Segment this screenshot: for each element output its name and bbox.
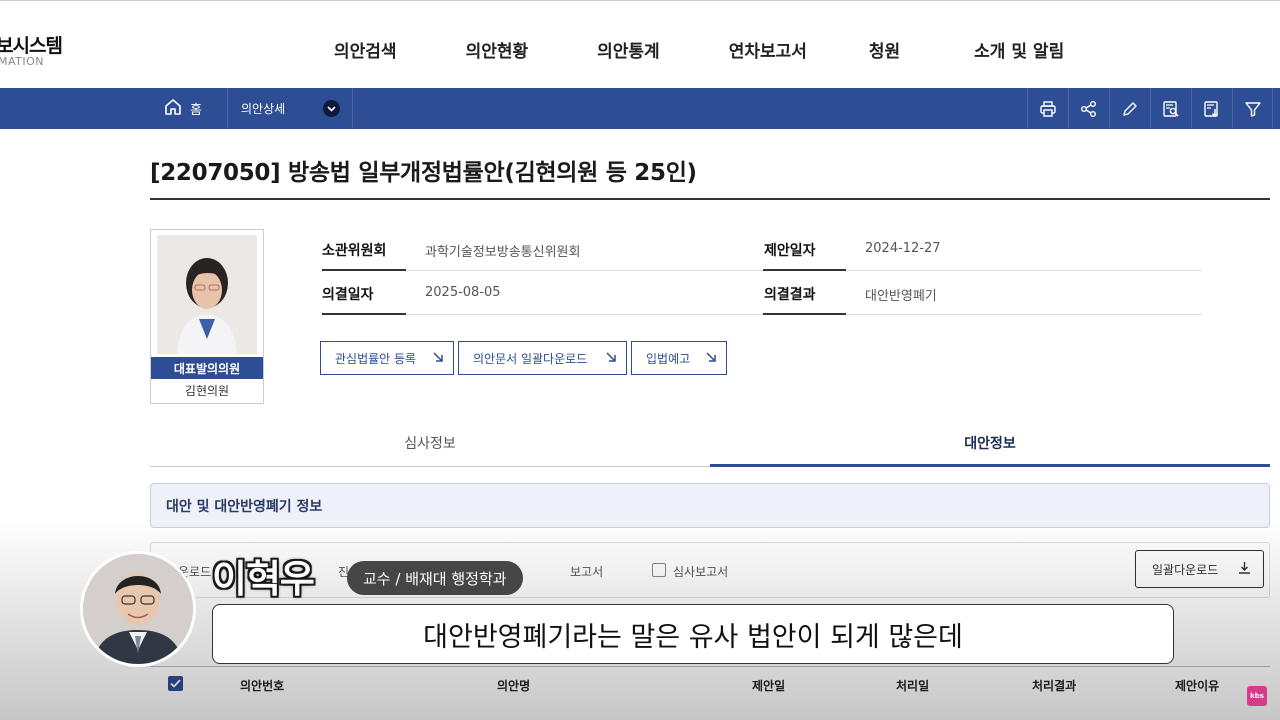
row-divider	[763, 313, 846, 315]
home-icon	[164, 98, 182, 120]
edit-icon[interactable]	[1109, 88, 1150, 129]
col-proposal-reason[interactable]: 제안이유	[1175, 677, 1219, 694]
proposer-photo	[157, 235, 257, 354]
download-icon	[1238, 561, 1251, 577]
committee-value: 과학기술정보방송통신위원회	[425, 245, 581, 260]
nav-bill-search[interactable]: 의안검색	[334, 37, 397, 62]
filter-report-label: 보고서	[570, 565, 604, 579]
alternative-table-header: 의안번호 의안명 제안일 처리일 처리결과 제안이유	[150, 666, 1270, 702]
proposer-name: 김현의원	[184, 384, 230, 398]
nav-bill-status[interactable]: 의안현황	[466, 37, 529, 62]
row-divider	[406, 314, 763, 315]
row-divider	[763, 269, 846, 271]
proposal-date-label: 제안일자	[764, 243, 816, 259]
site-logo[interactable]: 보시스템	[0, 31, 63, 58]
speaker-title: 교수 / 배재대 행정학과	[347, 561, 523, 595]
decision-date-label: 의결일자	[322, 287, 374, 303]
row-divider	[322, 269, 406, 271]
arrow-down-right-icon	[432, 351, 444, 366]
bulk-download-button[interactable]: 일괄다운로드	[1135, 550, 1264, 588]
search-document-icon[interactable]	[1150, 88, 1191, 129]
col-proposal-date[interactable]: 제안일	[752, 677, 785, 694]
col-bill-name[interactable]: 의안명	[497, 677, 530, 694]
breadcrumb-label: 의안상세	[241, 102, 286, 116]
legislative-notice-label: 입법예고	[646, 351, 691, 366]
proposer-card[interactable]: 대표발의의원 김현의원	[150, 229, 264, 404]
page-title: [2207050] 방송법 일부개정법률안(김현의원 등 25인)	[150, 160, 697, 186]
row-divider	[846, 270, 1202, 271]
col-process-result[interactable]: 처리결과	[1032, 677, 1076, 694]
tab-underline	[150, 466, 710, 467]
toolbar	[1027, 88, 1273, 129]
nav-annual-report[interactable]: 연차보고서	[729, 37, 807, 62]
home-link[interactable]: 홈	[150, 88, 228, 129]
legislative-notice-button[interactable]: 입법예고	[631, 341, 727, 375]
decision-result-label: 의결결과	[764, 287, 816, 303]
breadcrumb-current[interactable]: 의안상세	[228, 88, 353, 129]
speaker-avatar	[80, 551, 196, 667]
site-logo-subtitle: MATION	[0, 55, 45, 68]
nav-petition[interactable]: 청원	[869, 37, 900, 62]
download-document-icon[interactable]	[1191, 88, 1232, 129]
filter-icon[interactable]	[1232, 88, 1273, 129]
download-all-docs-label: 의안문서 일괄다운로드	[473, 351, 588, 366]
speaker-name: 이혁우	[212, 557, 315, 601]
row-divider	[406, 270, 763, 271]
decision-result-value: 대안반영폐기	[865, 289, 937, 304]
download-all-docs-button[interactable]: 의안문서 일괄다운로드	[458, 341, 627, 375]
nav-bill-statistics[interactable]: 의안통계	[597, 37, 660, 62]
review-report-checkbox[interactable]	[652, 563, 666, 577]
broadcaster-watermark: kbs	[1247, 686, 1267, 706]
nav-about[interactable]: 소개 및 알림	[974, 37, 1064, 62]
chevron-down-icon[interactable]	[323, 100, 340, 117]
share-icon[interactable]	[1068, 88, 1109, 129]
tab-alternative-info[interactable]: 대안정보	[710, 420, 1270, 466]
select-all-checkbox[interactable]	[168, 676, 183, 691]
register-interest-button[interactable]: 관심법률안 등록	[320, 341, 454, 375]
register-interest-label: 관심법률안 등록	[335, 351, 417, 366]
tab-active-indicator	[710, 464, 1270, 467]
col-bill-number[interactable]: 의안번호	[240, 677, 284, 694]
proposer-role-badge: 대표발의의원	[151, 357, 263, 379]
arrow-down-right-icon	[605, 351, 617, 366]
print-icon[interactable]	[1027, 88, 1068, 129]
decision-date-value: 2025-08-05	[425, 285, 501, 300]
tab-review-info[interactable]: 심사정보	[150, 420, 710, 466]
section-title: 대안 및 대안반영폐기 정보	[150, 483, 1270, 528]
site-header: 보시스템 MATION 의안검색 의안현황 의안통계 연차보고서 청원 소개 및…	[0, 0, 1280, 88]
row-divider	[322, 313, 406, 315]
committee-label: 소관위원회	[322, 243, 387, 259]
col-process-date[interactable]: 처리일	[896, 677, 929, 694]
arrow-down-right-icon	[705, 351, 717, 366]
caption-subtitle: 대안반영폐기라는 말은 유사 법안이 되게 많은데	[212, 604, 1174, 664]
row-divider	[846, 314, 1202, 315]
location-bar: 홈 의안상세	[0, 88, 1280, 129]
bulk-download-label: 일괄다운로드	[1152, 562, 1219, 577]
review-report-label: 심사보고서	[673, 565, 729, 579]
home-label: 홈	[190, 103, 202, 118]
main-nav: 의안검색 의안현황 의안통계 연차보고서 청원 소개 및 알림	[300, 37, 1064, 62]
proposal-date-value: 2024-12-27	[865, 241, 941, 256]
title-divider	[150, 198, 1270, 200]
